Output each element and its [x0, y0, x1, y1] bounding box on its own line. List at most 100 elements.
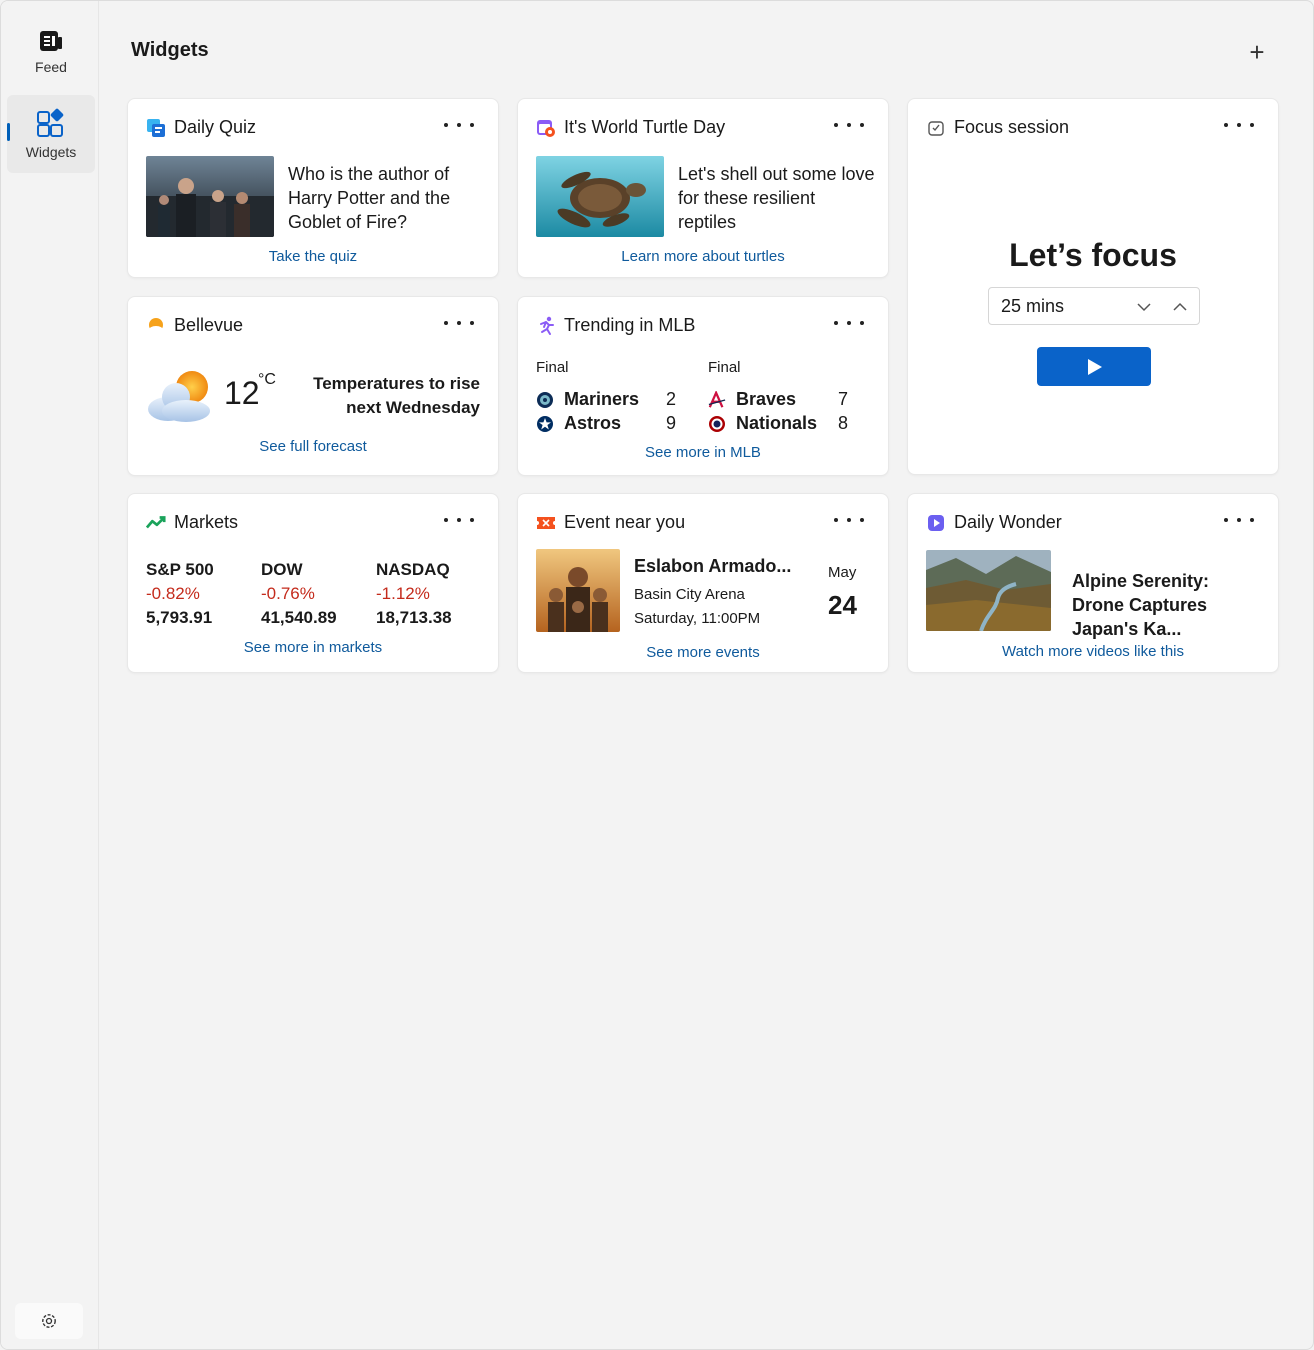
- ticket-icon: [536, 513, 556, 533]
- play-icon: [1088, 358, 1102, 375]
- nav-feed[interactable]: Feed: [7, 13, 95, 91]
- event-card[interactable]: Event near you Eslabon Armado... Basin C…: [517, 493, 889, 673]
- page-title: Widgets: [131, 39, 209, 61]
- see-more-events-link[interactable]: See more events: [518, 644, 888, 661]
- turtle-image: [536, 156, 664, 237]
- card-header: Event near you: [536, 512, 685, 533]
- stock-chart-icon: [146, 513, 166, 533]
- markets-card[interactable]: Markets S&P 500 -0.82% 5,793.91 DOW -0.7…: [127, 493, 499, 673]
- more-options-button[interactable]: [834, 510, 864, 530]
- card-header: Daily Wonder: [926, 512, 1062, 533]
- nav-widgets[interactable]: Widgets: [7, 95, 95, 173]
- full-forecast-link[interactable]: See full forecast: [128, 438, 498, 455]
- weather-icon: [146, 316, 166, 336]
- team-score: 7: [838, 389, 849, 409]
- duration-value: 25 mins: [1001, 295, 1065, 316]
- card-header: Markets: [146, 512, 238, 533]
- event-month: May: [828, 564, 857, 581]
- team-name: Nationals: [736, 413, 818, 433]
- event-venue: Basin City Arena: [634, 586, 745, 603]
- team-braves[interactable]: Braves: [708, 389, 796, 410]
- focus-session-card: Focus session Let’s focus 25 mins: [907, 98, 1279, 475]
- market-index-nasdaq[interactable]: NASDAQ -1.12% 18,713.38: [376, 558, 452, 630]
- turtle-day-card[interactable]: It's World Turtle Day Let's shell out so…: [517, 98, 889, 278]
- index-change: -0.82%: [146, 584, 200, 603]
- card-header: It's World Turtle Day: [536, 117, 725, 138]
- quiz-question: Who is the author of Harry Potter and th…: [288, 164, 451, 232]
- quiz-image: [146, 156, 274, 237]
- more-options-button[interactable]: [444, 115, 474, 135]
- more-options-button[interactable]: [834, 115, 864, 135]
- index-name: NASDAQ: [376, 560, 450, 579]
- team-nationals[interactable]: Nationals: [708, 413, 817, 434]
- index-name: S&P 500: [146, 560, 214, 579]
- card-title: Daily Wonder: [954, 512, 1062, 532]
- card-title: Focus session: [954, 117, 1070, 137]
- see-more-markets-link[interactable]: See more in markets: [128, 639, 498, 656]
- team-score: 8: [838, 413, 849, 433]
- chevron-down-icon[interactable]: [1135, 298, 1153, 316]
- chevron-up-icon[interactable]: [1171, 298, 1189, 316]
- team-score: 9: [666, 413, 677, 433]
- sidebar: Feed Widgets: [1, 1, 99, 1349]
- more-options-button[interactable]: [834, 313, 864, 333]
- event-image: [536, 549, 620, 632]
- index-name: DOW: [261, 560, 303, 579]
- index-change: -0.76%: [261, 584, 315, 603]
- focus-icon: [926, 118, 946, 138]
- temperature-unit: °C: [258, 371, 276, 388]
- daily-wonder-card[interactable]: Daily Wonder Alpine Serenity: Drone Capt…: [907, 493, 1279, 673]
- index-value: 18,713.38: [376, 608, 452, 627]
- astros-logo-icon: [536, 415, 554, 433]
- team-astros[interactable]: Astros: [536, 413, 621, 434]
- team-name: Mariners: [564, 389, 640, 409]
- card-title: Daily Quiz: [174, 117, 257, 137]
- market-index-sp500[interactable]: S&P 500 -0.82% 5,793.91: [146, 558, 214, 630]
- add-widget-button[interactable]: +: [1239, 35, 1275, 69]
- index-value: 5,793.91: [146, 608, 213, 627]
- start-focus-button[interactable]: [1037, 347, 1151, 386]
- team-name: Braves: [736, 389, 797, 409]
- more-options-button[interactable]: [1224, 510, 1254, 530]
- card-title: Bellevue: [174, 315, 244, 335]
- team-mariners[interactable]: Mariners: [536, 389, 639, 410]
- mlb-card[interactable]: Trending in MLB Final Mariners 2 Astros …: [517, 296, 889, 476]
- take-quiz-link[interactable]: Take the quiz: [128, 248, 498, 265]
- game-status: Final: [708, 359, 741, 376]
- index-change: -1.12%: [376, 584, 430, 603]
- focus-heading: Let’s focus: [1009, 237, 1177, 273]
- nationals-logo-icon: [708, 415, 726, 433]
- video-play-icon: [926, 513, 946, 533]
- card-header: Daily Quiz: [146, 117, 256, 138]
- widgets-window: Feed Widgets Widgets + Daily Quiz Who is…: [0, 0, 1314, 1350]
- more-options-button[interactable]: [1224, 115, 1254, 135]
- weather-card[interactable]: Bellevue 12 °C Temperatures to rise next…: [127, 296, 499, 476]
- more-options-button[interactable]: [444, 510, 474, 530]
- quiz-icon: [146, 118, 166, 138]
- see-more-mlb-link[interactable]: See more in MLB: [518, 444, 888, 461]
- turtle-text: Let's shell out some love for these resi…: [678, 164, 875, 232]
- card-title: Event near you: [564, 512, 686, 532]
- temperature: 12: [224, 375, 260, 411]
- settings-button[interactable]: [15, 1303, 83, 1339]
- card-header: Focus session: [926, 117, 1069, 138]
- mariners-logo-icon: [536, 391, 554, 409]
- event-name[interactable]: Eslabon Armado...: [634, 556, 791, 577]
- game-status: Final: [536, 359, 569, 376]
- daily-quiz-card[interactable]: Daily Quiz Who is the author of Harry Po…: [127, 98, 499, 278]
- card-title: Trending in MLB: [564, 315, 696, 335]
- wonder-headline[interactable]: Alpine Serenity: Drone Captures Japan's …: [1072, 569, 1262, 641]
- feed-icon: [40, 31, 62, 51]
- card-header: Bellevue: [146, 315, 243, 336]
- index-value: 41,540.89: [261, 608, 337, 627]
- braves-logo-icon: [708, 390, 726, 409]
- market-index-dow[interactable]: DOW -0.76% 41,540.89: [261, 558, 337, 630]
- duration-stepper[interactable]: 25 mins: [988, 287, 1200, 325]
- team-name: Astros: [564, 413, 622, 433]
- nav-selected-indicator: [7, 123, 10, 141]
- watch-more-videos-link[interactable]: Watch more videos like this: [908, 643, 1278, 660]
- more-options-button[interactable]: [444, 313, 474, 333]
- runner-icon: [536, 316, 556, 336]
- card-header: Trending in MLB: [536, 315, 695, 336]
- learn-turtles-link[interactable]: Learn more about turtles: [518, 248, 888, 265]
